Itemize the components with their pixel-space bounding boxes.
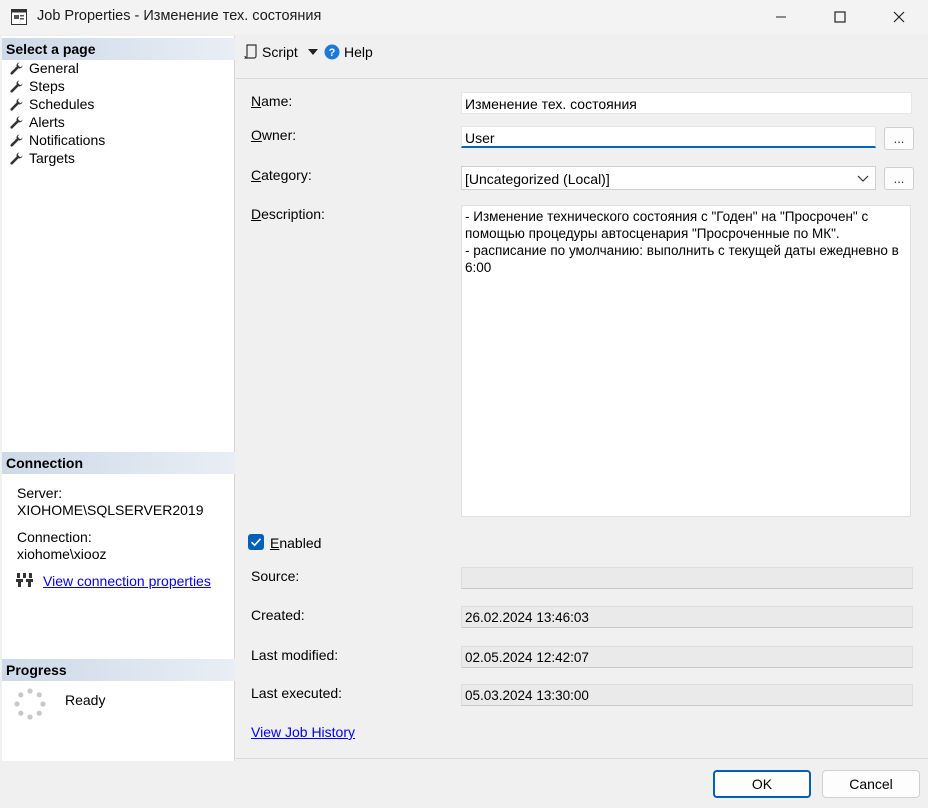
- page-item-general[interactable]: General: [10, 59, 79, 77]
- page-item-alerts[interactable]: Alerts: [10, 113, 65, 131]
- page-item-label: Alerts: [29, 114, 65, 130]
- enabled-label-hotkey: E: [270, 535, 280, 551]
- description-textarea[interactable]: - Изменение технического состояния с "Го…: [461, 205, 911, 517]
- owner-input[interactable]: User: [461, 126, 876, 148]
- owner-label-hotkey: O: [251, 127, 262, 143]
- category-selected-value: [Uncategorized (Local)]: [465, 171, 610, 187]
- category-select[interactable]: [Uncategorized (Local)]: [461, 166, 876, 190]
- last-modified-field: 02.05.2024 12:42:07: [461, 646, 913, 668]
- checkmark-icon: [250, 538, 262, 547]
- wrench-icon: [10, 116, 23, 129]
- minimize-icon: [776, 16, 786, 18]
- created-field: 26.02.2024 13:46:03: [461, 606, 913, 628]
- page-item-steps[interactable]: Steps: [10, 77, 65, 95]
- last-executed-label: Last executed:: [251, 685, 343, 701]
- close-icon: [893, 11, 905, 23]
- owner-label: Owner:: [251, 127, 296, 143]
- wrench-icon: [10, 62, 23, 75]
- owner-label-text: wner:: [261, 127, 297, 143]
- server-label: Server:: [17, 485, 63, 501]
- ok-button[interactable]: OK: [713, 770, 811, 798]
- progress-status: Ready: [65, 692, 106, 708]
- page-item-label: Steps: [29, 78, 65, 94]
- name-input[interactable]: Изменение тех. состояния: [461, 92, 912, 114]
- source-label: Source:: [251, 568, 300, 584]
- description-label: Description:: [251, 206, 325, 222]
- name-label-text: ame:: [261, 93, 293, 109]
- script-label: Script: [262, 44, 298, 60]
- connection-properties-icon: [16, 573, 33, 587]
- wrench-icon: [10, 98, 23, 111]
- window-title: Job Properties - Изменение тех. состояни…: [37, 8, 322, 24]
- chevron-down-icon: [857, 175, 869, 182]
- owner-browse-button[interactable]: ...: [884, 127, 914, 150]
- page-item-schedules[interactable]: Schedules: [10, 95, 94, 113]
- category-browse-button[interactable]: ...: [884, 167, 914, 190]
- cancel-button[interactable]: Cancel: [822, 770, 920, 798]
- enabled-label-text: nabled: [279, 535, 322, 551]
- maximize-button[interactable]: [817, 0, 863, 34]
- page-item-notifications[interactable]: Notifications: [10, 131, 105, 149]
- toolbar: Script ? Help: [236, 36, 928, 79]
- maximize-icon: [834, 11, 846, 23]
- title-bar: Job Properties - Изменение тех. состояни…: [0, 0, 928, 34]
- left-panel: Select a page General Steps Schedules Al…: [2, 36, 235, 761]
- help-label: Help: [344, 44, 373, 60]
- script-icon: [244, 44, 257, 59]
- chevron-down-icon: [307, 49, 318, 55]
- progress-spinner-icon: [14, 688, 46, 720]
- svg-text:?: ?: [329, 47, 336, 59]
- wrench-icon: [10, 80, 23, 93]
- wrench-icon: [10, 152, 23, 165]
- select-page-header: Select a page: [2, 38, 235, 60]
- connection-header: Connection: [2, 452, 235, 474]
- enabled-label[interactable]: Enabled: [270, 535, 321, 551]
- wrench-icon: [10, 134, 23, 147]
- category-label: Category:: [251, 167, 312, 183]
- description-label-hotkey: D: [251, 206, 262, 222]
- bottom-divider: [236, 758, 928, 759]
- last-modified-label: Last modified:: [251, 647, 339, 663]
- minimize-button[interactable]: [758, 0, 804, 34]
- progress-header: Progress: [2, 659, 235, 681]
- connection-value: xiohome\xiooz: [17, 546, 107, 562]
- view-job-history-link[interactable]: View Job History: [251, 724, 355, 740]
- category-label-hotkey: C: [251, 167, 262, 183]
- created-label: Created:: [251, 607, 305, 623]
- category-label-text: ategory:: [261, 167, 312, 183]
- app-window-icon: [11, 9, 27, 25]
- connection-label: Connection:: [17, 529, 92, 545]
- help-icon: ?: [324, 44, 340, 60]
- description-label-text: escription:: [261, 206, 325, 222]
- view-connection-properties-link[interactable]: View connection properties: [43, 573, 211, 589]
- page-item-label: Targets: [29, 150, 75, 166]
- name-label: Name:: [251, 93, 292, 109]
- page-item-label: Schedules: [29, 96, 95, 112]
- close-button[interactable]: [876, 0, 922, 34]
- page-item-label: Notifications: [29, 132, 106, 148]
- help-button[interactable]: ? Help: [324, 43, 373, 61]
- source-field: [461, 567, 913, 589]
- last-executed-field: 05.03.2024 13:30:00: [461, 684, 913, 706]
- name-label-hotkey: N: [251, 93, 262, 109]
- enabled-checkbox[interactable]: [248, 534, 264, 550]
- page-item-label: General: [29, 60, 79, 76]
- page-item-targets[interactable]: Targets: [10, 149, 75, 167]
- script-button[interactable]: Script: [244, 43, 318, 61]
- server-value: XIOHOME\SQLSERVER2019: [17, 502, 204, 518]
